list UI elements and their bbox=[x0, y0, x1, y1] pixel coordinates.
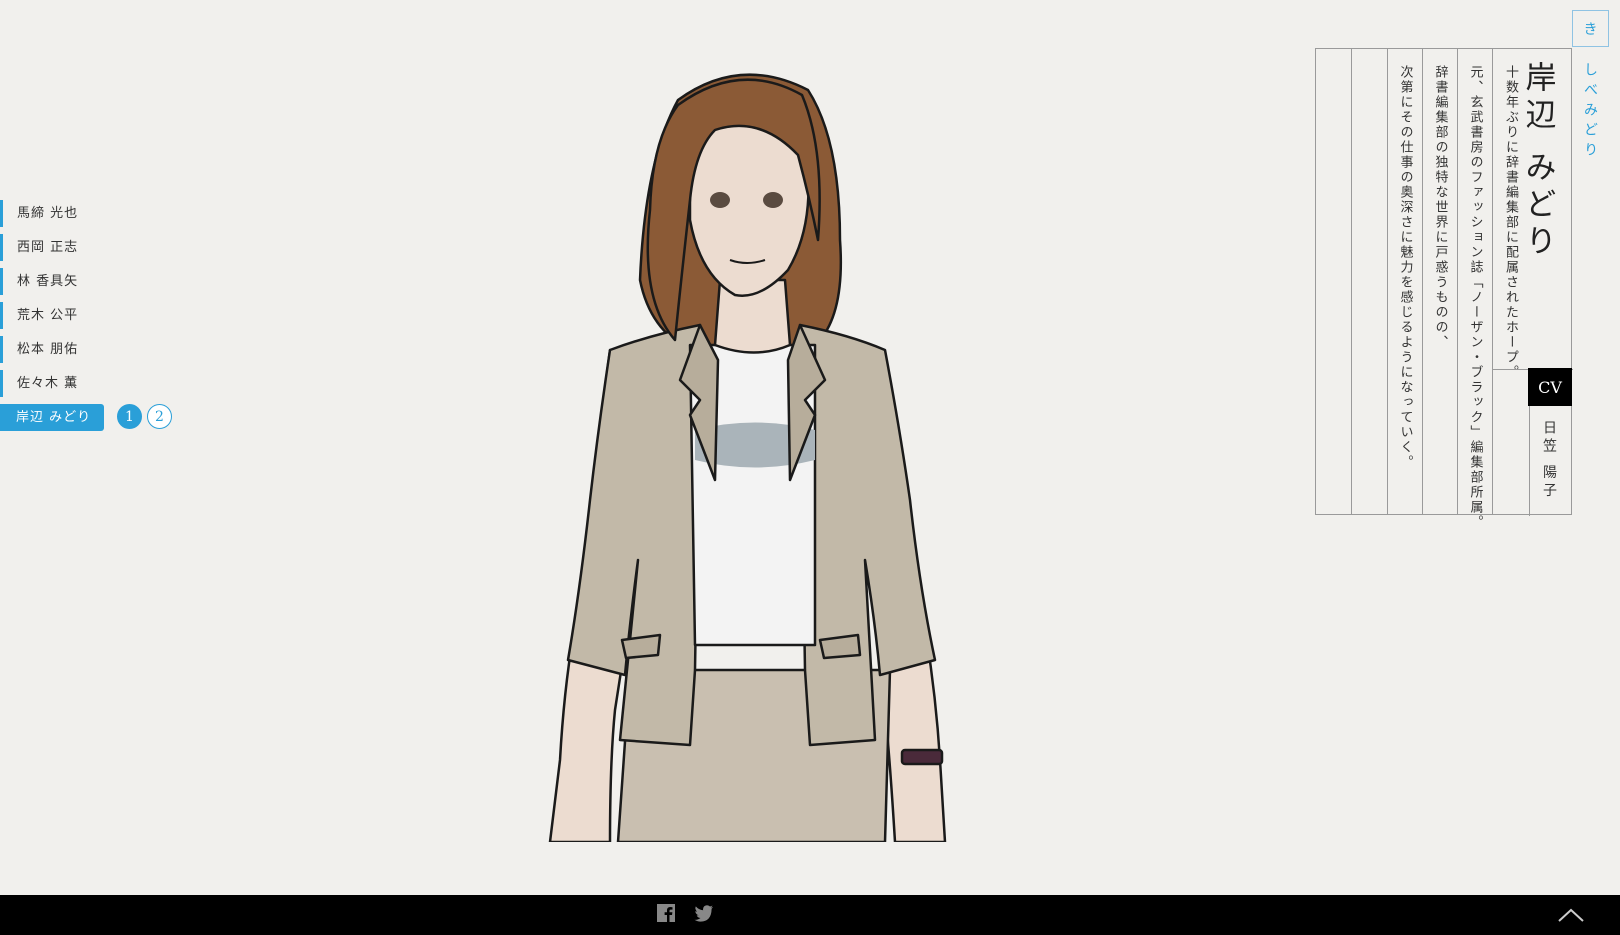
chevron-up-icon[interactable] bbox=[1557, 907, 1585, 923]
character-nav: 馬締 光也 西岡 正志 林 香具矢 荒木 公平 松本 朋佑 佐々木 薫 岸辺 み… bbox=[0, 200, 104, 438]
page-2-button[interactable]: 2 bbox=[147, 404, 172, 429]
profile-panel: 十数年ぶりに辞書編集部に配属されたホープ。 元、玄武書房のファッション誌「ノーザ… bbox=[1315, 48, 1573, 530]
facebook-icon[interactable] bbox=[657, 904, 675, 922]
name-area: 岸辺 みどり bbox=[1492, 49, 1573, 516]
name-reading: しべみどり bbox=[1582, 62, 1598, 162]
character-name: 岸辺 みどり bbox=[1519, 61, 1556, 262]
nav-item-araki[interactable]: 荒木 公平 bbox=[0, 302, 104, 329]
nav-item-kishibe[interactable]: 岸辺 みどり bbox=[0, 404, 104, 431]
twitter-icon[interactable] bbox=[694, 904, 714, 922]
description-line-2: 元、玄武書房のファッション誌「ノーザン・ブラック」編集部所属。 bbox=[1467, 65, 1483, 530]
image-pager: 1 2 bbox=[117, 404, 172, 429]
footer bbox=[0, 895, 1620, 935]
nav-item-hayashi[interactable]: 林 香具矢 bbox=[0, 268, 104, 295]
description-column-4: 次第にその仕事の奥深さに魅力を感じるようになっていく。 bbox=[1387, 49, 1422, 514]
empty-column bbox=[1351, 49, 1387, 514]
character-illustration bbox=[548, 73, 947, 842]
kana-toggle-button[interactable]: き bbox=[1572, 10, 1609, 47]
description-line-3: 辞書編集部の独特な世界に戸惑うものの、 bbox=[1432, 65, 1448, 350]
description-column-2: 元、玄武書房のファッション誌「ノーザン・ブラック」編集部所属。 bbox=[1457, 49, 1492, 530]
description-column-3: 辞書編集部の独特な世界に戸惑うものの、 bbox=[1422, 49, 1457, 514]
nav-item-sasaki[interactable]: 佐々木 薫 bbox=[0, 370, 104, 397]
page-1-button[interactable]: 1 bbox=[117, 404, 142, 429]
cv-label: CV bbox=[1528, 368, 1572, 406]
nav-item-matsumoto[interactable]: 松本 朋佑 bbox=[0, 336, 104, 363]
description-line-4: 次第にその仕事の奥深さに魅力を感じるようになっていく。 bbox=[1397, 65, 1413, 470]
nav-item-majime[interactable]: 馬締 光也 bbox=[0, 200, 104, 227]
voice-actor-name: 日笠 陽子 bbox=[1541, 420, 1557, 501]
nav-item-nishioka[interactable]: 西岡 正志 bbox=[0, 234, 104, 261]
